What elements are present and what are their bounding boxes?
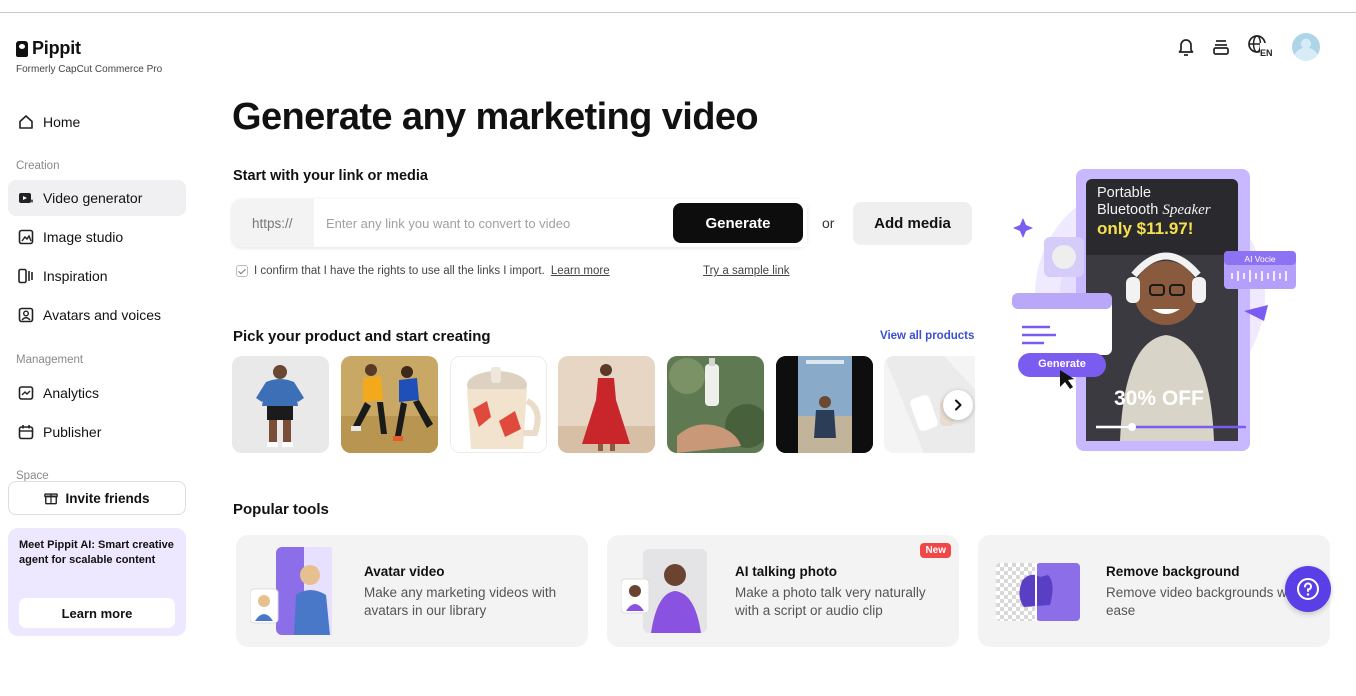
link-prefix: https:// — [252, 215, 293, 231]
carousel-next-button[interactable] — [943, 390, 973, 420]
hero-voice-chip: AI Vocie — [1244, 254, 1276, 264]
generate-button[interactable]: Generate — [673, 203, 803, 243]
product-thumbnail[interactable] — [341, 356, 438, 453]
product-thumbnail[interactable] — [558, 356, 655, 453]
sidebar: Pippit Formerly CapCut Commerce Pro Home… — [0, 14, 196, 696]
new-badge: New — [920, 543, 951, 558]
help-button[interactable] — [1285, 566, 1331, 612]
invite-friends-button[interactable]: Invite friends — [8, 481, 186, 515]
video-generator-icon — [19, 193, 33, 203]
brand-logo[interactable]: Pippit — [16, 38, 81, 59]
avatar[interactable] — [1292, 33, 1320, 61]
sidebar-item-publisher[interactable]: Publisher — [8, 414, 186, 450]
inspiration-icon — [18, 268, 33, 284]
sidebar-item-label: Avatars and voices — [43, 307, 162, 323]
tool-card-remove-background[interactable]: Remove background Remove video backgroun… — [978, 535, 1330, 647]
hero-price: only $11.97! — [1097, 219, 1194, 238]
window-top-border — [0, 12, 1356, 13]
avatar-video-thumbnail — [250, 547, 332, 635]
home-icon — [19, 115, 33, 129]
sidebar-item-video-generator[interactable]: Video generator — [8, 180, 186, 216]
stack-icon[interactable] — [1212, 38, 1230, 56]
hero-product-line1: Portable — [1097, 185, 1152, 201]
question-icon — [1297, 578, 1319, 600]
sidebar-item-label: Publisher — [43, 424, 102, 440]
tool-name: AI talking photo — [735, 564, 837, 579]
try-sample-link[interactable]: Try a sample link — [703, 265, 790, 277]
image-studio-icon — [18, 229, 34, 245]
sidebar-item-label: Image studio — [43, 229, 124, 245]
learn-more-button[interactable]: Learn more — [19, 598, 175, 628]
hero-product-italic: Speaker — [1162, 202, 1211, 218]
section-label-management: Management — [16, 354, 84, 366]
sidebar-item-analytics[interactable]: Analytics — [8, 375, 186, 411]
brand-subtitle: Formerly CapCut Commerce Pro — [16, 64, 163, 75]
product-thumbnail[interactable] — [232, 356, 329, 453]
hero-discount: 30% OFF — [1114, 387, 1204, 410]
sidebar-item-label: Analytics — [43, 385, 100, 401]
hero-generate-chip: Generate — [1038, 358, 1086, 370]
rights-confirmation: I confirm that I have the rights to use … — [236, 265, 610, 277]
learn-more-link[interactable]: Learn more — [551, 265, 610, 277]
sidebar-item-avatars-voices[interactable]: Avatars and voices — [8, 297, 186, 333]
sidebar-item-image-studio[interactable]: Image studio — [8, 219, 186, 255]
tool-card-avatar-video[interactable]: Avatar video Make any marketing videos w… — [236, 535, 588, 647]
invite-label: Invite friends — [65, 490, 150, 506]
tool-name: Remove background — [1106, 564, 1240, 579]
hero-product-text: Portable Bluetooth Speaker only $11.97! — [1097, 185, 1211, 237]
sidebar-item-label: Home — [43, 114, 81, 130]
analytics-icon — [18, 386, 34, 400]
link-input-bar: https:// Generate — [232, 199, 807, 247]
brand-name: Pippit — [32, 38, 81, 58]
page-title: Generate any marketing video — [232, 96, 759, 138]
sidebar-item-label: Inspiration — [43, 268, 108, 284]
product-thumbnail[interactable] — [450, 356, 547, 453]
calendar-icon — [18, 425, 34, 440]
link-section-title: Start with your link or media — [233, 168, 428, 184]
promo-text: Meet Pippit AI: Smart creative agent for… — [19, 539, 174, 566]
sidebar-item-home[interactable]: Home — [8, 104, 186, 140]
tool-name: Avatar video — [364, 564, 445, 579]
topbar-actions: EN — [1177, 33, 1320, 63]
tool-description: Make any marketing videos with avatars i… — [364, 585, 557, 618]
remove-background-thumbnail — [996, 563, 1080, 621]
product-image — [451, 357, 546, 452]
gift-icon — [44, 493, 59, 505]
pippit-ai-promo: Meet Pippit AI: Smart creative agent for… — [8, 528, 186, 636]
products-section-title: Pick your product and start creating — [233, 328, 491, 345]
hero-product-word: Bluetooth — [1097, 202, 1159, 218]
product-image — [341, 356, 438, 453]
rights-checkbox[interactable] — [236, 265, 248, 277]
sidebar-item-inspiration[interactable]: Inspiration — [8, 258, 186, 294]
popular-tools-title: Popular tools — [233, 501, 329, 518]
hero-illustration: Portable Bluetooth Speaker only $11.97! … — [1000, 165, 1340, 465]
product-image — [232, 356, 329, 453]
product-thumbnail[interactable] — [667, 356, 764, 453]
or-divider: or — [822, 215, 835, 231]
bell-icon[interactable] — [1177, 37, 1195, 57]
product-thumbnail[interactable] — [776, 356, 873, 453]
tool-card-ai-talking-photo[interactable]: New AI talking photo Make a photo talk v… — [607, 535, 959, 647]
add-media-button[interactable]: Add media — [853, 202, 972, 245]
product-image — [776, 356, 873, 453]
product-carousel — [232, 356, 975, 454]
view-all-products-link[interactable]: View all products — [880, 330, 974, 342]
pippit-logo-icon — [16, 40, 28, 57]
product-image — [667, 356, 764, 453]
tool-description: Make a photo talk very naturally with a … — [735, 585, 926, 618]
confirm-text: I confirm that I have the rights to use … — [254, 265, 545, 277]
language-code: EN — [1260, 43, 1273, 63]
chevron-right-icon — [955, 399, 962, 411]
sidebar-item-label: Video generator — [43, 190, 143, 206]
hero-product-line2: Bluetooth Speaker — [1097, 202, 1211, 219]
product-image — [558, 356, 655, 453]
language-selector[interactable]: EN — [1247, 34, 1275, 63]
section-label-creation: Creation — [16, 160, 60, 172]
avatar-icon — [18, 307, 34, 323]
talking-photo-thumbnail — [621, 549, 707, 633]
